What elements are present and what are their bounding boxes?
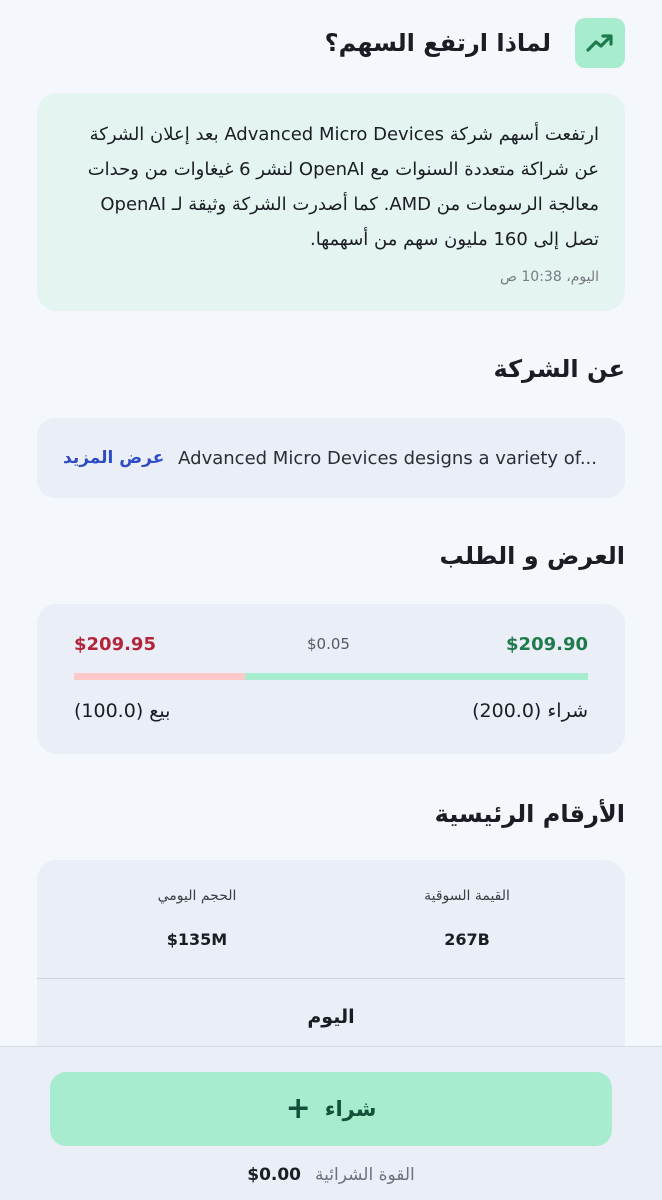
show-more-link[interactable]: عرض المزيد — [63, 448, 164, 468]
market-cap-label: القيمة السوقية — [424, 888, 510, 904]
daily-volume-label: الحجم اليومي — [157, 888, 237, 904]
spread-value: $0.05 — [307, 635, 350, 653]
buying-power: $0.00 القوة الشرائية — [0, 1165, 662, 1185]
buy-button[interactable]: + شراء — [50, 1072, 612, 1146]
daily-volume-value: $135M — [166, 930, 228, 949]
divider — [37, 978, 625, 979]
why-title: لماذا ارتفع السهم؟ — [324, 29, 551, 57]
about-snippet: Advanced Micro Devices designs a variety… — [178, 447, 597, 469]
ask-price: $209.95 — [74, 634, 156, 655]
key-figures-title: الأرقام الرئيسية — [434, 800, 625, 828]
bid-ask-card: $209.95 $0.05 $209.90 بيع (100.0) شراء (… — [37, 604, 625, 754]
why-text: ارتفعت أسهم شركة Advanced Micro Devices … — [87, 124, 599, 250]
why-timestamp: اليوم، 10:38 ص — [500, 269, 599, 285]
trending-up-icon — [575, 18, 625, 68]
buy-button-label: شراء — [324, 1097, 377, 1121]
bid-ask-title: العرض و الطلب — [439, 542, 625, 570]
plus-icon: + — [285, 1091, 311, 1126]
market-cap-value: 267B — [444, 930, 490, 949]
buy-depth-bar — [245, 673, 588, 680]
about-card[interactable]: عرض المزيد Advanced Micro Devices design… — [37, 418, 625, 498]
today-label[interactable]: اليوم — [37, 1006, 625, 1028]
sell-depth-bar — [74, 673, 245, 680]
stock-detail-page: لماذا ارتفع السهم؟ ارتفعت أسهم شركة Adva… — [0, 0, 662, 1200]
bottom-action-bar: + شراء $0.00 القوة الشرائية — [0, 1046, 662, 1200]
buy-size: شراء (200.0) — [472, 700, 588, 722]
buying-power-label: القوة الشرائية — [315, 1165, 415, 1185]
bid-price: $209.90 — [506, 634, 588, 655]
about-title: عن الشركة — [493, 355, 625, 383]
buying-power-value: $0.00 — [247, 1165, 302, 1185]
why-card: ارتفعت أسهم شركة Advanced Micro Devices … — [37, 93, 625, 311]
sell-size: بيع (100.0) — [74, 700, 171, 722]
why-header: لماذا ارتفع السهم؟ — [37, 18, 625, 68]
